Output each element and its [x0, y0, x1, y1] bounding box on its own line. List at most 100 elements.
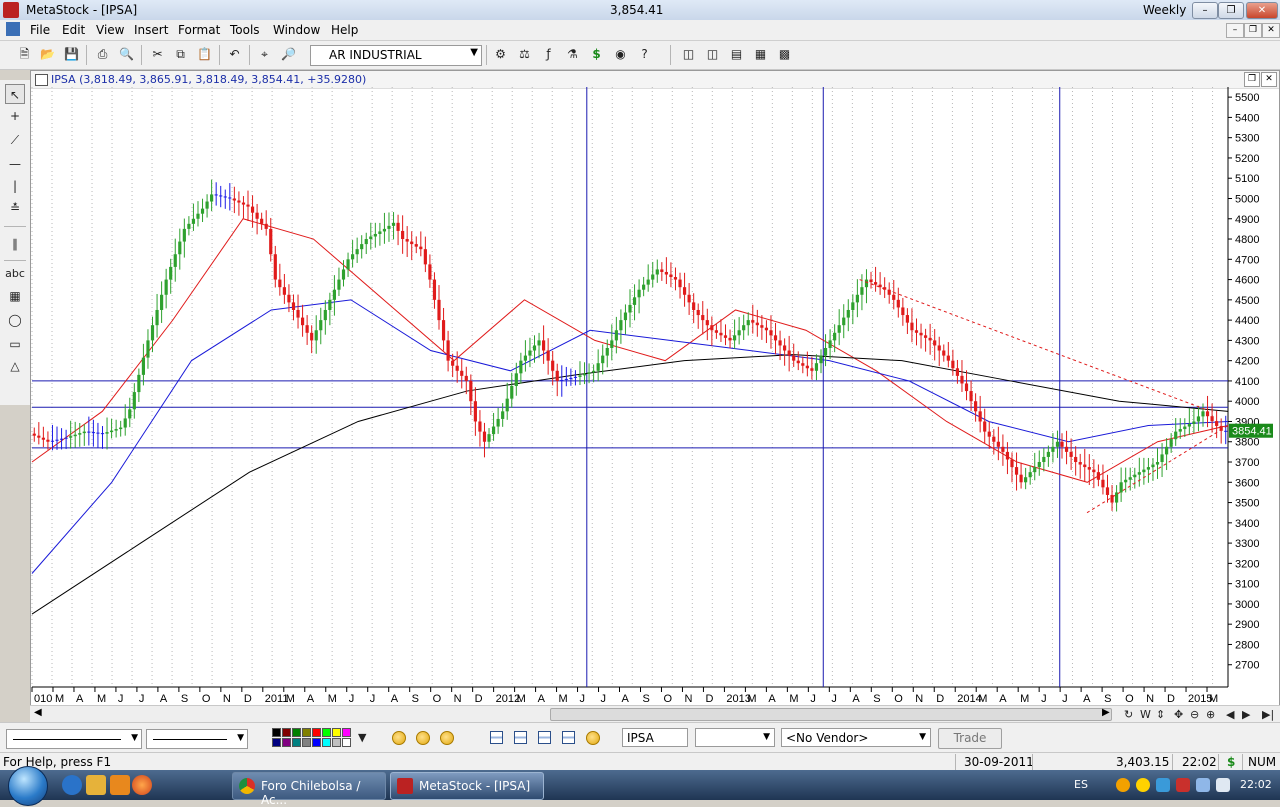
tray-flag-icon[interactable] [1176, 778, 1190, 792]
scroll-thumb[interactable] [551, 709, 1111, 720]
print-icon[interactable]: ⎙ [94, 46, 111, 63]
tray-app-icon[interactable] [1116, 778, 1130, 792]
rectangle-tool-icon[interactable]: ▭ [5, 334, 25, 354]
trade-button[interactable]: Trade [938, 728, 1002, 749]
open-folder-icon[interactable]: 📂 [39, 46, 56, 63]
menu-file[interactable]: File [30, 23, 50, 37]
refresh-icon[interactable]: ↻ [1124, 708, 1133, 721]
binoculars-icon[interactable]: ◉ [612, 46, 629, 63]
tile-grid-icon[interactable]: ▦ [752, 46, 769, 63]
line-style-select[interactable]: ▼ [6, 729, 142, 749]
globe-icon[interactable] [440, 731, 454, 745]
menu-help[interactable]: Help [331, 23, 358, 37]
horizontal-line-tool-icon[interactable]: — [5, 154, 25, 174]
volume-icon[interactable] [1216, 778, 1230, 792]
close-button[interactable]: ✕ [1246, 2, 1278, 19]
expert-advisor-icon[interactable]: ⚖ [516, 46, 533, 63]
triangle-tool-icon[interactable]: △ [5, 356, 25, 376]
security-select[interactable]: AR INDUSTRIAL ▼ [310, 45, 482, 66]
ellipse-tool-icon[interactable]: ◯ [5, 310, 25, 330]
crosshair-icon[interactable]: ⌖ [256, 46, 273, 63]
trendline-tool-icon[interactable]: ⟋ [5, 130, 25, 150]
menu-window[interactable]: Window [273, 23, 320, 37]
menu-view[interactable]: View [96, 23, 124, 37]
channel-tool-icon[interactable]: ∥ [5, 234, 25, 254]
system-tester-icon[interactable]: ⚗ [564, 46, 581, 63]
end-icon[interactable]: ▶| [1262, 708, 1274, 721]
menu-format[interactable]: Format [178, 23, 220, 37]
grid-tool-icon[interactable]: ▦ [5, 286, 25, 306]
tile-vertical-icon[interactable]: ◫ [704, 46, 721, 63]
zoom-icon[interactable]: 🔎 [280, 46, 297, 63]
document-icon[interactable] [6, 22, 20, 36]
globe-icon[interactable] [416, 731, 430, 745]
scroll-left-icon[interactable]: ◀ [34, 707, 42, 718]
copy-icon[interactable]: ⧉ [172, 46, 189, 63]
tray-norton-icon[interactable] [1136, 778, 1150, 792]
zoom-in-icon[interactable]: ⊕ [1206, 708, 1215, 721]
formula-icon[interactable]: ƒ [540, 46, 557, 63]
text-tool-icon[interactable]: abc [5, 264, 25, 284]
dollar-icon[interactable]: $ [588, 46, 605, 63]
layout-icon[interactable] [562, 731, 575, 744]
internet-explorer-icon[interactable] [62, 775, 82, 795]
cut-icon[interactable]: ✂ [149, 46, 166, 63]
tray-network-icon[interactable] [1156, 778, 1170, 792]
menu-edit[interactable]: Edit [62, 23, 85, 37]
color-palette[interactable] [272, 728, 356, 748]
tile-horizontal-icon[interactable]: ▤ [728, 46, 745, 63]
previous-icon[interactable]: ◀ [1226, 708, 1234, 721]
task-chrome[interactable]: Foro Chilebolsa / Ac... [232, 772, 386, 807]
data-source-select[interactable]: ▼ [695, 728, 775, 747]
crosshair-tool-icon[interactable]: + [5, 106, 25, 126]
chart-scrollbar[interactable]: ◀ ▶ ↻ W ⇕ ✥ ⊖ ⊕ ◀ ▶ ▶| [30, 705, 1280, 722]
pan-icon[interactable]: ✥ [1174, 708, 1183, 721]
zoom-out-icon[interactable]: ⊖ [1190, 708, 1199, 721]
window-cascade-icon[interactable]: ◫ [680, 46, 697, 63]
undo-icon[interactable]: ↶ [226, 46, 243, 63]
help-pointer-icon[interactable]: ? [636, 46, 653, 63]
mdi-restore-button[interactable]: ❐ [1244, 23, 1262, 38]
layout-icon[interactable]: ▩ [776, 46, 793, 63]
minimize-button[interactable]: – [1192, 2, 1218, 19]
clock[interactable]: 22:02 [1240, 778, 1272, 791]
menu-tools[interactable]: Tools [230, 23, 260, 37]
media-player-icon[interactable] [110, 775, 130, 795]
tray-display-icon[interactable] [1196, 778, 1210, 792]
vertical-line-tool-icon[interactable]: | [5, 176, 25, 196]
new-file-icon[interactable]: 🗎 [16, 46, 33, 63]
task-metastock[interactable]: MetaStock - [IPSA] [390, 772, 544, 800]
layout-icon[interactable] [514, 731, 527, 744]
pointer-tool-icon[interactable]: ↖ [5, 84, 25, 104]
language-indicator[interactable]: ES [1074, 778, 1088, 791]
fibonacci-tool-icon[interactable]: ≛ [5, 198, 25, 218]
mdi-minimize-button[interactable]: – [1226, 23, 1244, 38]
chart-restore-button[interactable]: ❐ [1244, 72, 1260, 87]
price-chart[interactable]: 2700 2800 2900 3000 3100 3200 3300 3400 3500 3600… [30, 87, 1280, 705]
layout-icon[interactable] [490, 731, 503, 744]
save-icon[interactable]: 💾 [63, 46, 80, 63]
firefox-icon[interactable] [132, 775, 152, 795]
weekly-toggle-icon[interactable]: W [1140, 708, 1151, 721]
globe-icon[interactable] [392, 731, 406, 745]
layout-icon[interactable] [538, 731, 551, 744]
menu-insert[interactable]: Insert [134, 23, 168, 37]
scroll-track[interactable] [550, 708, 1112, 721]
print-preview-icon[interactable]: 🔍 [118, 46, 135, 63]
line-weight-select[interactable]: ▼ [146, 729, 248, 749]
candle-body [655, 269, 659, 275]
mdi-close-button[interactable]: ✕ [1262, 23, 1280, 38]
paste-icon[interactable]: 📋 [196, 46, 213, 63]
vendor-select[interactable]: <No Vendor> ▼ [781, 728, 931, 747]
explorer-folder-icon[interactable] [86, 775, 106, 795]
chevron-down-icon[interactable]: ▼ [358, 731, 366, 744]
globe-icon[interactable] [586, 731, 600, 745]
restore-button[interactable]: ❐ [1218, 2, 1244, 19]
symbol-input[interactable]: IPSA [622, 728, 688, 747]
next-icon[interactable]: ▶ [1242, 708, 1250, 721]
explorer-icon[interactable]: ⚙ [492, 46, 509, 63]
scroll-right-icon[interactable]: ▶ [1102, 707, 1110, 718]
chart-close-button[interactable]: ✕ [1261, 72, 1277, 87]
periodicity-icon[interactable]: ⇕ [1156, 708, 1165, 721]
start-button[interactable] [8, 766, 48, 806]
